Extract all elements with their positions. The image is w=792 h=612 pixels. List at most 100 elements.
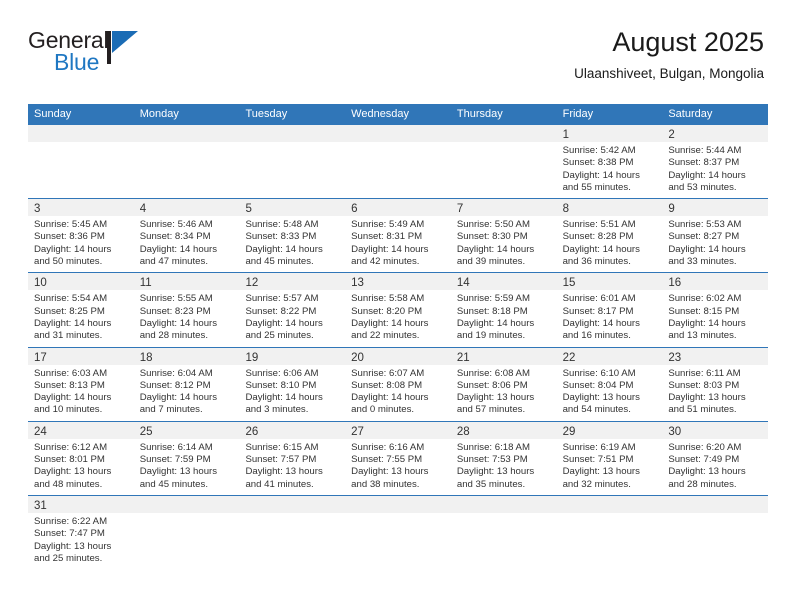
day-cell-body: Sunrise: 6:14 AM Sunset: 7:59 PM Daylight:… bbox=[134, 439, 240, 495]
day-cell[interactable]: 15 Sunrise: 6:01 AM Sunset: 8:17 PM Dayligh… bbox=[556, 273, 663, 347]
day-cell-body: Sunrise: 6:18 AM Sunset: 7:53 PM Daylight:… bbox=[451, 439, 557, 495]
day-cell-body: Sunrise: 5:58 AM Sunset: 8:20 PM Daylight:… bbox=[345, 290, 451, 346]
day-cell[interactable]: 23 Sunrise: 6:11 AM Sunset: 8:03 PM Dayligh… bbox=[662, 347, 769, 421]
day-cell[interactable]: 13 Sunrise: 5:58 AM Sunset: 8:20 PM Dayligh… bbox=[345, 273, 451, 347]
day-cell[interactable]: 6 Sunrise: 5:49 AM Sunset: 8:31 PM Daylight… bbox=[345, 199, 451, 273]
day-cell[interactable]: 22 Sunrise: 6:10 AM Sunset: 8:04 PM Dayligh… bbox=[556, 347, 663, 421]
daylight-text-line1: Daylight: 14 hours bbox=[139, 243, 218, 255]
day-number-band bbox=[133, 495, 240, 513]
daylight-text-line2: and 45 minutes. bbox=[245, 256, 314, 268]
day-number: 24 bbox=[34, 425, 47, 438]
day-cell[interactable]: 29 Sunrise: 6:19 AM Sunset: 7:51 PM Dayligh… bbox=[556, 421, 663, 495]
day-cell-body: Sunrise: 6:22 AM Sunset: 7:47 PM Daylight:… bbox=[28, 513, 134, 569]
daylight-text-line1: Daylight: 14 hours bbox=[245, 317, 323, 329]
day-number-band: 17 bbox=[28, 347, 134, 365]
sunrise-text: Sunrise: 5:58 AM bbox=[351, 293, 425, 305]
daylight-text-line2: and 22 minutes. bbox=[351, 330, 420, 342]
calendar-week-row: 31 Sunrise: 6:22 AM Sunset: 7:47 PM Dayligh… bbox=[28, 494, 769, 570]
day-cell[interactable]: 18 Sunrise: 6:04 AM Sunset: 8:12 PM Dayligh… bbox=[133, 347, 240, 421]
day-cell[interactable]: 17 Sunrise: 6:03 AM Sunset: 8:13 PM Dayligh… bbox=[28, 347, 134, 421]
day-cell-empty bbox=[239, 495, 346, 570]
daylight-text-line1: Daylight: 13 hours bbox=[562, 392, 640, 404]
day-cell[interactable]: 10 Sunrise: 5:54 AM Sunset: 8:25 PM Dayligh… bbox=[28, 273, 134, 347]
weekday-header-friday: Friday bbox=[562, 108, 594, 120]
day-cell-body: Sunrise: 5:54 AM Sunset: 8:25 PM Daylight:… bbox=[28, 290, 134, 346]
day-cell[interactable]: 14 Sunrise: 5:59 AM Sunset: 8:18 PM Dayligh… bbox=[450, 273, 557, 347]
day-cell[interactable]: 19 Sunrise: 6:06 AM Sunset: 8:10 PM Dayligh… bbox=[239, 347, 346, 421]
day-cell-body: Sunrise: 5:55 AM Sunset: 8:23 PM Daylight:… bbox=[134, 290, 240, 346]
sunset-text: Sunset: 8:08 PM bbox=[351, 379, 423, 391]
daylight-text-line2: and 47 minutes. bbox=[139, 256, 208, 268]
day-cell[interactable]: 16 Sunrise: 6:02 AM Sunset: 8:15 PM Dayligh… bbox=[662, 273, 769, 347]
day-cell[interactable]: 2 Sunrise: 5:44 AM Sunset: 8:37 PM Daylight… bbox=[662, 125, 769, 199]
day-cell[interactable]: 25 Sunrise: 6:14 AM Sunset: 7:59 PM Dayligh… bbox=[133, 421, 240, 495]
day-number-band: 6 bbox=[345, 199, 451, 217]
page-subtitle: Ulaanshiveet, Bulgan, Mongolia bbox=[574, 66, 764, 81]
day-cell-empty bbox=[133, 125, 240, 199]
generalblue-logo[interactable]: General Blue bbox=[28, 26, 148, 86]
sunset-text: Sunset: 8:22 PM bbox=[245, 305, 317, 317]
day-number: 19 bbox=[245, 351, 259, 364]
daylight-text-line1: Daylight: 14 hours bbox=[562, 317, 640, 329]
sunset-text: Sunset: 8:01 PM bbox=[34, 454, 105, 466]
day-cell-body: Sunrise: 5:45 AM Sunset: 8:36 PM Daylight:… bbox=[28, 216, 134, 272]
day-cell[interactable]: 7 Sunrise: 5:50 AM Sunset: 8:30 PM Daylight… bbox=[450, 199, 557, 273]
day-cell-body: Sunrise: 6:08 AM Sunset: 8:06 PM Daylight:… bbox=[451, 365, 557, 421]
day-cell-empty bbox=[450, 125, 557, 199]
day-cell[interactable]: 20 Sunrise: 6:07 AM Sunset: 8:08 PM Dayligh… bbox=[345, 347, 451, 421]
sunrise-text: Sunrise: 5:46 AM bbox=[139, 219, 213, 231]
day-number-band: 28 bbox=[450, 421, 557, 439]
day-cell[interactable]: 1 Sunrise: 5:42 AM Sunset: 8:38 PM Daylight… bbox=[556, 125, 663, 199]
sunrise-text: Sunrise: 5:53 AM bbox=[668, 219, 742, 231]
sunrise-text: Sunrise: 6:18 AM bbox=[456, 441, 530, 453]
day-cell[interactable]: 31 Sunrise: 6:22 AM Sunset: 7:47 PM Dayligh… bbox=[28, 495, 134, 570]
day-cell-empty bbox=[345, 125, 451, 199]
daylight-text-line1: Daylight: 13 hours bbox=[245, 466, 323, 478]
day-cell[interactable]: 9 Sunrise: 5:53 AM Sunset: 8:27 PM Daylight… bbox=[662, 199, 769, 273]
daylight-text-line2: and 13 minutes. bbox=[668, 330, 737, 342]
daylight-text-line1: Daylight: 13 hours bbox=[456, 466, 535, 478]
day-number-band: 27 bbox=[345, 421, 451, 439]
day-number-band bbox=[345, 125, 451, 142]
day-number-band: 18 bbox=[133, 347, 240, 365]
day-cell[interactable]: 30 Sunrise: 6:20 AM Sunset: 7:49 PM Dayligh… bbox=[662, 421, 769, 495]
day-cell-body: Sunrise: 5:46 AM Sunset: 8:34 PM Daylight:… bbox=[134, 216, 240, 272]
day-number-band bbox=[239, 125, 346, 142]
sunrise-text: Sunrise: 5:48 AM bbox=[245, 219, 319, 231]
logo-text-blue: Blue bbox=[54, 49, 100, 75]
day-number: 5 bbox=[245, 203, 252, 216]
day-cell[interactable]: 24 Sunrise: 6:12 AM Sunset: 8:01 PM Dayligh… bbox=[28, 421, 134, 495]
triangle-right-icon bbox=[112, 31, 138, 53]
day-cell[interactable]: 3 Sunrise: 5:45 AM Sunset: 8:36 PM Daylight… bbox=[28, 199, 134, 273]
daylight-text-line2: and 25 minutes. bbox=[34, 552, 103, 564]
day-number-band: 5 bbox=[239, 199, 346, 217]
sunset-text: Sunset: 8:23 PM bbox=[139, 305, 211, 317]
daylight-text-line1: Daylight: 14 hours bbox=[34, 317, 112, 329]
daylight-text-line1: Daylight: 14 hours bbox=[34, 392, 112, 404]
day-cell[interactable]: 28 Sunrise: 6:18 AM Sunset: 7:53 PM Dayligh… bbox=[450, 421, 557, 495]
sunset-text: Sunset: 8:04 PM bbox=[562, 379, 634, 391]
day-cell[interactable]: 12 Sunrise: 5:57 AM Sunset: 8:22 PM Dayligh… bbox=[239, 273, 346, 347]
day-number: 3 bbox=[34, 203, 41, 216]
daylight-text-line2: and 38 minutes. bbox=[351, 478, 420, 490]
daylight-text-line2: and 28 minutes. bbox=[668, 478, 737, 490]
day-number: 12 bbox=[245, 277, 259, 290]
daylight-text-line2: and 10 minutes. bbox=[34, 404, 103, 416]
sunrise-text: Sunrise: 5:59 AM bbox=[456, 293, 530, 305]
day-cell[interactable]: 5 Sunrise: 5:48 AM Sunset: 8:33 PM Daylight… bbox=[239, 199, 346, 273]
daylight-text-line2: and 31 minutes. bbox=[34, 330, 103, 342]
sunrise-text: Sunrise: 6:11 AM bbox=[668, 367, 741, 379]
day-number: 27 bbox=[351, 425, 364, 438]
day-cell-empty bbox=[345, 495, 451, 570]
day-cell[interactable]: 8 Sunrise: 5:51 AM Sunset: 8:28 PM Daylight… bbox=[556, 199, 663, 273]
day-cell-body: Sunrise: 5:49 AM Sunset: 8:31 PM Daylight:… bbox=[345, 216, 451, 272]
sunset-text: Sunset: 8:17 PM bbox=[562, 305, 634, 317]
sunrise-text: Sunrise: 6:15 AM bbox=[245, 441, 319, 453]
day-cell[interactable]: 27 Sunrise: 6:16 AM Sunset: 7:55 PM Dayligh… bbox=[345, 421, 451, 495]
day-cell[interactable]: 4 Sunrise: 5:46 AM Sunset: 8:34 PM Daylight… bbox=[133, 199, 240, 273]
day-cell[interactable]: 26 Sunrise: 6:15 AM Sunset: 7:57 PM Dayligh… bbox=[239, 421, 346, 495]
day-cell-body: Sunrise: 5:42 AM Sunset: 8:38 PM Daylight:… bbox=[557, 142, 663, 198]
day-cell[interactable]: 11 Sunrise: 5:55 AM Sunset: 8:23 PM Dayligh… bbox=[133, 273, 240, 347]
day-number: 20 bbox=[351, 351, 364, 364]
day-cell[interactable]: 21 Sunrise: 6:08 AM Sunset: 8:06 PM Dayligh… bbox=[450, 347, 557, 421]
